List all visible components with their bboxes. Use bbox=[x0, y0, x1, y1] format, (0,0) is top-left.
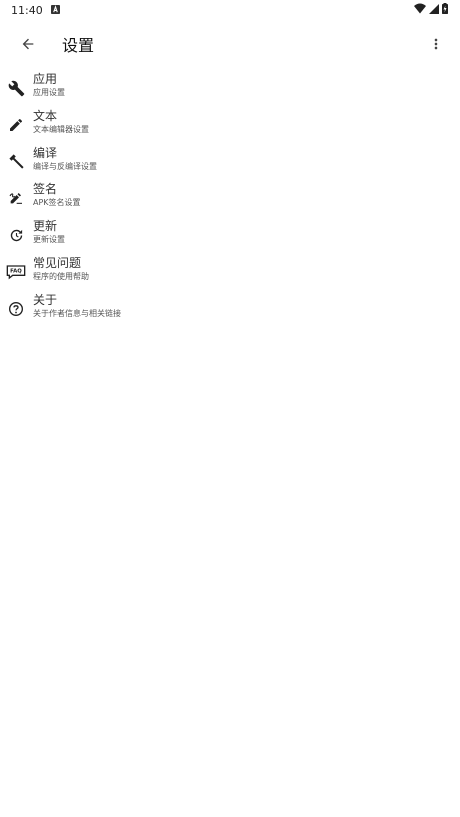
settings-item-about[interactable]: 关于 关于作者信息与相关链接 bbox=[0, 293, 460, 330]
arrow-left-icon bbox=[22, 38, 34, 50]
status-time: 11:40 bbox=[11, 3, 43, 17]
item-title: 编译 bbox=[33, 145, 58, 160]
item-subtitle: 文本编辑器设置 bbox=[33, 124, 89, 134]
item-title: 签名 bbox=[33, 182, 58, 197]
item-subtitle: 更新设置 bbox=[33, 235, 65, 245]
item-subtitle: 编译与反编译设置 bbox=[33, 161, 97, 171]
settings-item-signature[interactable]: 签名 APK签名设置 bbox=[0, 182, 460, 219]
item-title: 常见问题 bbox=[33, 255, 82, 270]
item-title: 关于 bbox=[33, 292, 58, 307]
settings-item-text[interactable]: 文本 文本编辑器设置 bbox=[0, 109, 460, 146]
item-subtitle: APK签名设置 bbox=[33, 198, 81, 208]
item-subtitle: 程序的使用帮助 bbox=[33, 271, 89, 281]
item-title: 更新 bbox=[33, 219, 58, 234]
help-circle-icon bbox=[6, 299, 26, 319]
page-title: 设置 bbox=[62, 36, 95, 55]
back-button[interactable] bbox=[14, 30, 42, 58]
svg-text:FAQ: FAQ bbox=[10, 269, 22, 275]
settings-item-app[interactable]: 应用 应用设置 bbox=[0, 72, 460, 109]
hammer-icon bbox=[6, 152, 26, 172]
settings-item-faq[interactable]: FAQ 常见问题 程序的使用帮助 bbox=[0, 256, 460, 293]
notification-icon bbox=[50, 4, 60, 17]
wrench-icon bbox=[6, 78, 26, 98]
faq-icon: FAQ bbox=[6, 262, 26, 282]
update-icon bbox=[6, 225, 26, 245]
item-title: 文本 bbox=[33, 108, 58, 123]
settings-item-update[interactable]: 更新 更新设置 bbox=[0, 219, 460, 256]
settings-item-compile[interactable]: 编译 编译与反编译设置 bbox=[0, 146, 460, 183]
wifi-icon bbox=[414, 3, 426, 17]
pencil-icon bbox=[6, 115, 26, 135]
item-subtitle: 关于作者信息与相关链接 bbox=[33, 308, 121, 318]
signature-icon bbox=[6, 188, 26, 208]
item-subtitle: 应用设置 bbox=[33, 88, 65, 97]
item-title: 应用 bbox=[33, 72, 58, 86]
status-bar: 11:40 bbox=[0, 0, 460, 20]
settings-list: 应用 应用设置 文本 文本编辑器设置 编译 编译与反编译设置 签名 APK签名设… bbox=[0, 72, 460, 330]
more-options-button[interactable] bbox=[424, 30, 448, 58]
battery-icon bbox=[442, 3, 448, 17]
app-bar: 设置 bbox=[0, 22, 460, 64]
more-vert-icon bbox=[434, 38, 438, 50]
signal-icon bbox=[429, 3, 439, 17]
